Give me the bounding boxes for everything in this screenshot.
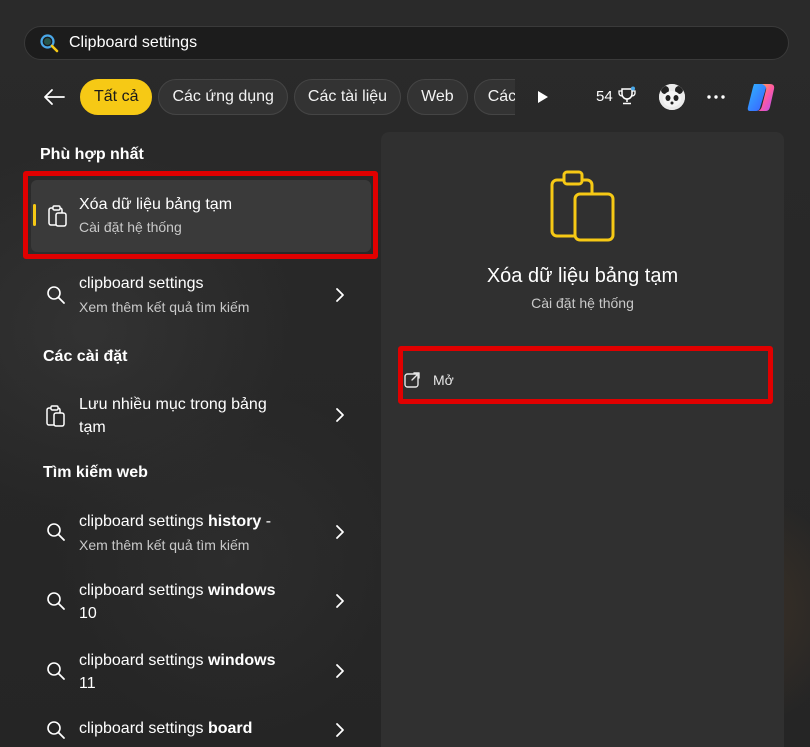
web-result-subtitle: Xem thêm kết quả tìm kiếm	[79, 537, 250, 553]
user-avatar[interactable]	[659, 84, 685, 110]
search-more-subtitle: Xem thêm kết quả tìm kiếm	[79, 299, 250, 315]
web-result-item[interactable]: clipboard settings board	[31, 713, 371, 747]
chevron-right-icon	[336, 594, 344, 608]
web-result-bold: board	[207, 720, 253, 737]
points-value: 54	[596, 87, 613, 105]
chip-web[interactable]: Web	[407, 79, 468, 115]
best-match-heading: Phù hợp nhất	[40, 146, 144, 163]
search-icon	[47, 592, 65, 610]
web-result-item[interactable]: clipboard settings history - Xem thêm kế…	[31, 505, 371, 559]
web-result-prefix: clipboard settings	[79, 720, 208, 737]
web-result-prefix: clipboard settings	[79, 513, 208, 530]
highlight-box-best-match	[23, 171, 378, 259]
search-more-item[interactable]: clipboard settings Xem thêm kết quả tìm …	[31, 270, 371, 320]
web-result-line2: 11	[79, 675, 96, 692]
detail-title: Xóa dữ liệu bảng tạm	[486, 265, 679, 287]
chevron-right-icon	[336, 723, 344, 737]
web-result-prefix: clipboard settings	[79, 582, 208, 599]
web-result-suffix: -	[261, 513, 272, 530]
rewards-points[interactable]: 54	[596, 86, 637, 106]
clipboard-icon	[550, 170, 615, 242]
search-bar[interactable]	[24, 26, 789, 60]
chip-all[interactable]: Tất cả	[80, 79, 153, 115]
copilot-icon[interactable]	[744, 80, 778, 114]
clipboard-icon	[46, 405, 65, 427]
trophy-icon	[618, 86, 636, 105]
web-result-item[interactable]: clipboard settings windows 11	[31, 644, 371, 698]
settings-item[interactable]: Lưu nhiều mục trong bảng tạm	[31, 388, 371, 442]
panda-avatar-icon	[659, 84, 685, 110]
web-result-title: clipboard settings windows	[79, 582, 276, 600]
chip-documents[interactable]: Các tài liệu	[293, 79, 402, 115]
settings-heading: Các cài đặt	[43, 348, 128, 365]
web-result-item[interactable]: clipboard settings windows 10	[31, 574, 371, 628]
web-result-title: clipboard settings history -	[79, 513, 271, 531]
search-input[interactable]	[69, 28, 669, 58]
chevron-right-icon	[336, 288, 344, 302]
filter-chips: Tất cả Các ứng dụng Các tài liệu Web Các…	[80, 79, 515, 115]
web-result-title: clipboard settings board	[79, 720, 252, 738]
chip-more-categories[interactable]: Các c	[473, 79, 515, 115]
search-icon	[47, 662, 65, 680]
search-icon	[40, 34, 59, 53]
more-horizontal-icon[interactable]	[704, 88, 728, 106]
settings-item-line2: tạm	[79, 419, 106, 436]
detail-subtitle: Cài đặt hệ thống	[531, 295, 634, 311]
detail-panel: Xóa dữ liệu bảng tạm Cài đặt hệ thống Mở	[381, 132, 784, 747]
chevron-right-icon	[336, 525, 344, 539]
web-result-bold: windows	[207, 652, 276, 669]
chevron-right-icon	[336, 408, 344, 422]
chevron-right-icon	[336, 664, 344, 678]
highlight-box-open	[398, 346, 773, 404]
search-icon	[47, 523, 65, 541]
back-button[interactable]	[36, 82, 72, 112]
arrow-left-icon	[44, 89, 65, 105]
chip-apps[interactable]: Các ứng dụng	[158, 79, 288, 115]
web-result-title: clipboard settings windows	[79, 652, 276, 670]
search-icon	[47, 286, 65, 304]
web-search-heading: Tìm kiếm web	[43, 464, 148, 481]
scroll-chips-play-icon[interactable]	[530, 86, 554, 108]
web-result-line2: 10	[79, 605, 97, 622]
web-result-bold: history	[207, 513, 262, 530]
web-result-bold: windows	[207, 582, 276, 599]
web-result-prefix: clipboard settings	[79, 652, 208, 669]
search-icon	[47, 721, 65, 739]
search-more-title: clipboard settings	[79, 275, 204, 292]
settings-item-line1: Lưu nhiều mục trong bảng	[79, 396, 267, 413]
